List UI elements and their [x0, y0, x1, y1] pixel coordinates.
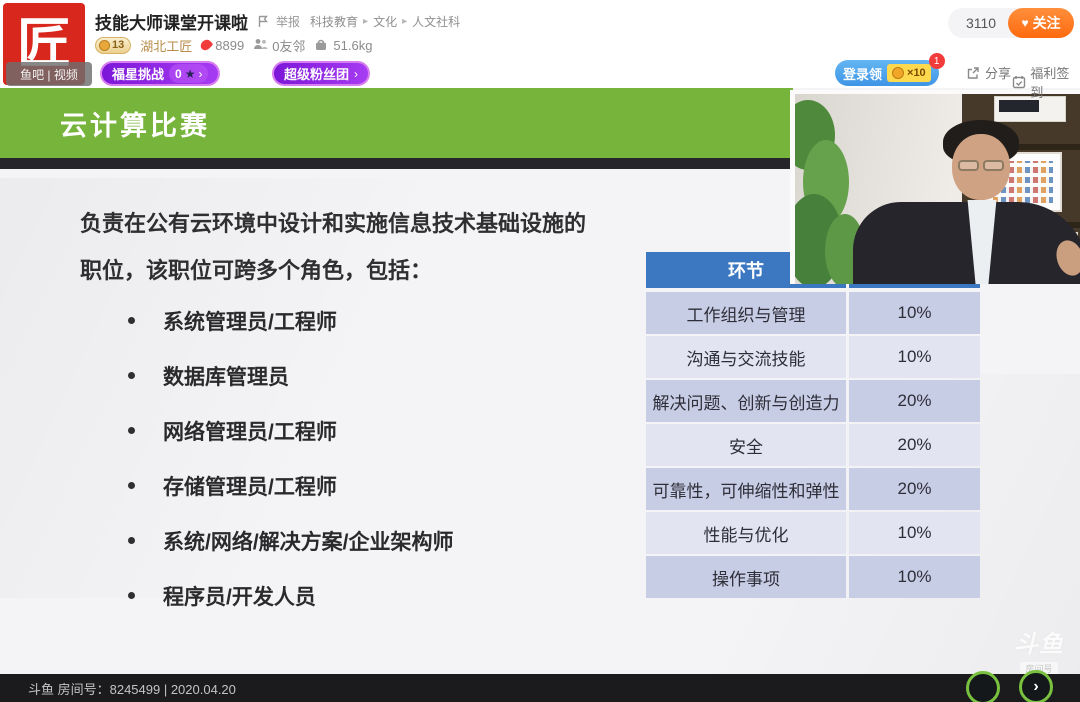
bullet-dot — [128, 427, 135, 434]
nav-next-button[interactable]: › — [1019, 670, 1053, 702]
slide-title: 云计算比赛 — [60, 104, 210, 143]
level-badge: 13 — [95, 37, 131, 54]
weight-icon — [314, 38, 329, 52]
nav-prev-button[interactable] — [966, 671, 1000, 702]
welfare-checkin-button[interactable]: 福利签到 — [1012, 63, 1080, 101]
list-item: 程序员/开发人员 — [128, 568, 454, 623]
neighbor-count: 0友邻 — [272, 36, 305, 55]
challenge-count: 0 — [175, 67, 182, 81]
report-label: 举报 — [276, 13, 300, 30]
chevron-right-icon: › — [1033, 678, 1038, 696]
share-label: 分享 — [985, 63, 1011, 82]
heat-count: 8899 — [215, 38, 244, 53]
room-info-text: 斗鱼 房间号：8245499 | 2020.04.20 — [28, 679, 236, 698]
breadcrumb-item[interactable]: 人文社科 — [412, 13, 460, 30]
slide-paragraph: 负责在公有云环境中设计和实施信息技术基础设施的 职位，该职位可跨多个角色，包括： — [80, 200, 660, 294]
checkin-label: 福利签到 — [1030, 63, 1080, 101]
table-row: 沟通与交流技能10% — [646, 336, 980, 378]
level-coin-icon — [99, 40, 110, 51]
heart-icon: ♥ — [1021, 16, 1028, 30]
bullet-dot — [128, 537, 135, 544]
breadcrumb-sep-icon: ▸ — [363, 16, 368, 27]
coin-icon — [892, 67, 904, 79]
score-table: 环节 工作组织与管理10% 沟通与交流技能10% 解决问题、创新与创造力20% … — [646, 252, 980, 598]
streamer-meta-row: 13 湖北工匠 8899 0友邻 51.6kg — [95, 35, 372, 55]
bullet-dot — [128, 592, 135, 599]
login-reward-label: 登录领 — [843, 64, 882, 83]
video-player: 云计算比赛 负责在公有云环境中设计和实施信息技术基础设施的 职位，该职位可跨多个… — [0, 88, 1080, 674]
follow-button[interactable]: ♥ 关注 — [1008, 8, 1074, 38]
flame-icon — [199, 38, 214, 53]
slide-bullet-list: 系统管理员/工程师 数据库管理员 网络管理员/工程师 存储管理员/工程师 系统/… — [128, 293, 454, 623]
list-item: 系统管理员/工程师 — [128, 293, 454, 348]
share-button[interactable]: 分享 — [966, 63, 1011, 82]
report-link[interactable]: 举报 — [258, 13, 300, 30]
list-item: 数据库管理员 — [128, 348, 454, 403]
streamer-name[interactable]: 湖北工匠 — [140, 36, 192, 55]
calendar-check-icon — [1012, 75, 1026, 89]
coin-reward-box: ×10 — [887, 64, 931, 82]
live-room-page: 匠 技能大师课堂开课啦 举报 科技教育 ▸ 文化 ▸ 人文社科 13 — [0, 0, 1080, 702]
table-row: 性能与优化10% — [646, 512, 980, 554]
breadcrumb-sep-icon: ▸ — [402, 16, 407, 27]
list-item: 网络管理员/工程师 — [128, 403, 454, 458]
super-fans-club-pill[interactable]: 超级粉丝团 › — [272, 61, 370, 86]
table-row: 工作组织与管理10% — [646, 292, 980, 334]
banner-shadow-bar — [0, 158, 793, 169]
table-row: 解决问题、创新与创造力20% — [646, 380, 980, 422]
bullet-dot — [128, 372, 135, 379]
breadcrumb-item[interactable]: 文化 — [373, 13, 397, 30]
list-item: 存储管理员/工程师 — [128, 458, 454, 513]
lucky-star-challenge-pill[interactable]: 福星挑战 0 ★ › — [100, 61, 220, 86]
bullet-dot — [128, 317, 135, 324]
slide-title-banner: 云计算比赛 — [0, 88, 793, 158]
follower-count: 3110 — [948, 8, 1014, 38]
challenge-progress: 0 ★ › — [169, 64, 208, 83]
neighbor-stat: 0友邻 — [253, 36, 305, 55]
tab-fishbar-video-label: 鱼吧 | 视频 — [20, 66, 78, 83]
table-row: 操作事项10% — [646, 556, 980, 598]
table-row: 安全20% — [646, 424, 980, 466]
breadcrumb-item[interactable]: 科技教育 — [310, 13, 358, 30]
title-row: 技能大师课堂开课啦 举报 科技教育 ▸ 文化 ▸ 人文社科 — [95, 9, 460, 34]
room-title: 技能大师课堂开课啦 — [95, 9, 248, 34]
bullet-dot — [128, 482, 135, 489]
share-icon — [966, 66, 981, 80]
login-reward-pill[interactable]: 登录领 ×10 1 — [835, 60, 939, 86]
level-value: 13 — [112, 39, 124, 51]
challenge-label: 福星挑战 — [112, 64, 164, 83]
report-flag-icon — [258, 15, 273, 29]
weight-stat: 51.6kg — [314, 38, 372, 53]
star-icon: ★ — [185, 67, 196, 81]
glasses-icon — [958, 160, 1004, 171]
weight-value: 51.6kg — [333, 38, 372, 53]
table-row: 可靠性，可伸缩性和弹性20% — [646, 468, 980, 510]
people-icon — [253, 38, 268, 52]
tab-fishbar-video[interactable]: 鱼吧 | 视频 — [6, 62, 92, 86]
plaque-screen — [999, 100, 1039, 112]
notification-badge: 1 — [929, 53, 945, 69]
chevron-right-icon: › — [198, 67, 202, 81]
coin-multiplier: ×10 — [907, 67, 926, 79]
category-breadcrumb: 科技教育 ▸ 文化 ▸ 人文社科 — [310, 13, 460, 30]
list-item: 系统/网络/解决方案/企业架构师 — [128, 513, 454, 568]
chevron-right-icon: › — [354, 67, 358, 81]
heat-stat: 8899 — [201, 38, 244, 53]
follow-group: 3110 ♥ 关注 — [948, 8, 1074, 38]
watermark-brand: 斗鱼 — [1000, 624, 1078, 659]
table-body: 工作组织与管理10% 沟通与交流技能10% 解决问题、创新与创造力20% 安全2… — [646, 292, 980, 598]
stream-info-bar: 斗鱼 房间号：8245499 | 2020.04.20 — [0, 674, 1080, 702]
presenter-body — [853, 202, 1080, 284]
fans-club-label: 超级粉丝团 — [284, 64, 349, 83]
follow-label: 关注 — [1033, 13, 1061, 33]
presenter-webcam — [790, 90, 1080, 284]
